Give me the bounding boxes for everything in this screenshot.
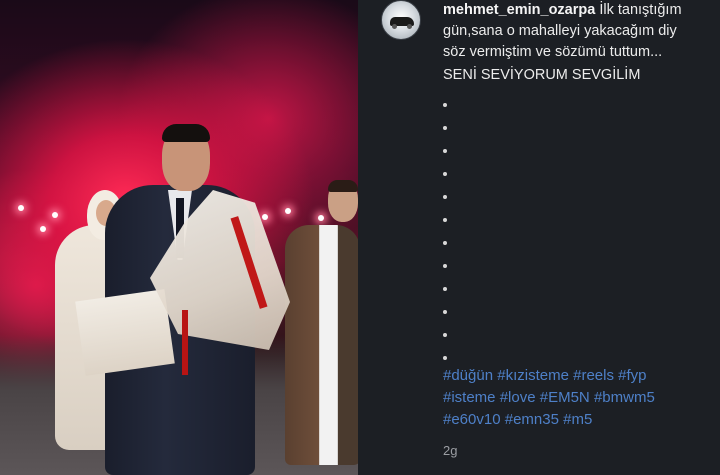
post-photo[interactable] xyxy=(0,0,358,475)
dot-separator xyxy=(443,103,447,107)
red-ribbon xyxy=(182,310,188,375)
dot-separator xyxy=(443,195,447,199)
flare-spark xyxy=(262,214,268,220)
gift-package xyxy=(75,289,175,376)
flare-spark xyxy=(318,215,324,221)
dot-separator xyxy=(443,172,447,176)
post-timestamp[interactable]: 2g xyxy=(443,443,457,458)
wheel-icon xyxy=(407,24,412,29)
hashtag-row: #düğün #kızisteme #reels #fyp xyxy=(443,365,720,387)
flare-spark xyxy=(285,208,291,214)
caption-line-2: gün,sana o mahalleyi yakacağım diy xyxy=(443,23,677,39)
dot-separator xyxy=(443,287,447,291)
hashtag-link[interactable]: #kızisteme xyxy=(497,367,569,384)
hashtag-link[interactable]: #isteme xyxy=(443,389,496,406)
hashtag-link[interactable]: #bmwm5 xyxy=(594,389,655,406)
dot-separator xyxy=(443,126,447,130)
dot-separator xyxy=(443,149,447,153)
hashtag-row: #isteme #love #EM5N #bmwm5 xyxy=(443,387,720,409)
caption-text: mehmet_emin_ozarpa İlk tanıştığım gün,sa… xyxy=(443,0,720,63)
caption-line-text: İlk tanıştığım xyxy=(599,2,682,18)
dot-separator xyxy=(443,218,447,222)
dot-separator xyxy=(443,333,447,337)
hashtag-link[interactable]: #reels xyxy=(573,367,614,384)
dot-separator xyxy=(443,310,447,314)
wheel-icon xyxy=(392,24,397,29)
hashtag-link[interactable]: #e60v10 xyxy=(443,411,501,428)
caption-line-3: söz vermiştim ve sözümü tuttum... xyxy=(443,44,663,60)
hashtag-link[interactable]: #love xyxy=(500,389,536,406)
dot-separator xyxy=(443,356,447,360)
hashtag-link[interactable]: #emn35 xyxy=(505,411,559,428)
username-link[interactable]: mehmet_emin_ozarpa xyxy=(443,2,595,18)
hashtag-link[interactable]: #m5 xyxy=(563,411,592,428)
hashtag-row: #e60v10 #emn35 #m5 xyxy=(443,409,720,431)
hashtag-link[interactable]: #fyp xyxy=(618,367,646,384)
groom-hair xyxy=(162,124,210,142)
dot-separator xyxy=(443,264,447,268)
hashtag-block: #düğün #kızisteme #reels #fyp #isteme #l… xyxy=(443,365,720,431)
caption-line-1: mehmet_emin_ozarpa İlk tanıştığım xyxy=(443,0,720,21)
flare-spark xyxy=(40,226,46,232)
flare-spark xyxy=(18,205,24,211)
hashtag-link[interactable]: #düğün xyxy=(443,367,493,384)
man-right-hair xyxy=(328,180,358,192)
flare-spark xyxy=(52,212,58,218)
man-right-figure xyxy=(285,225,358,465)
user-avatar[interactable] xyxy=(381,0,421,40)
hashtag-link[interactable]: #EM5N xyxy=(540,389,590,406)
dot-separator xyxy=(443,241,447,245)
caption-headline: SENİ SEVİYORUM SEVGİLİM xyxy=(443,67,641,83)
